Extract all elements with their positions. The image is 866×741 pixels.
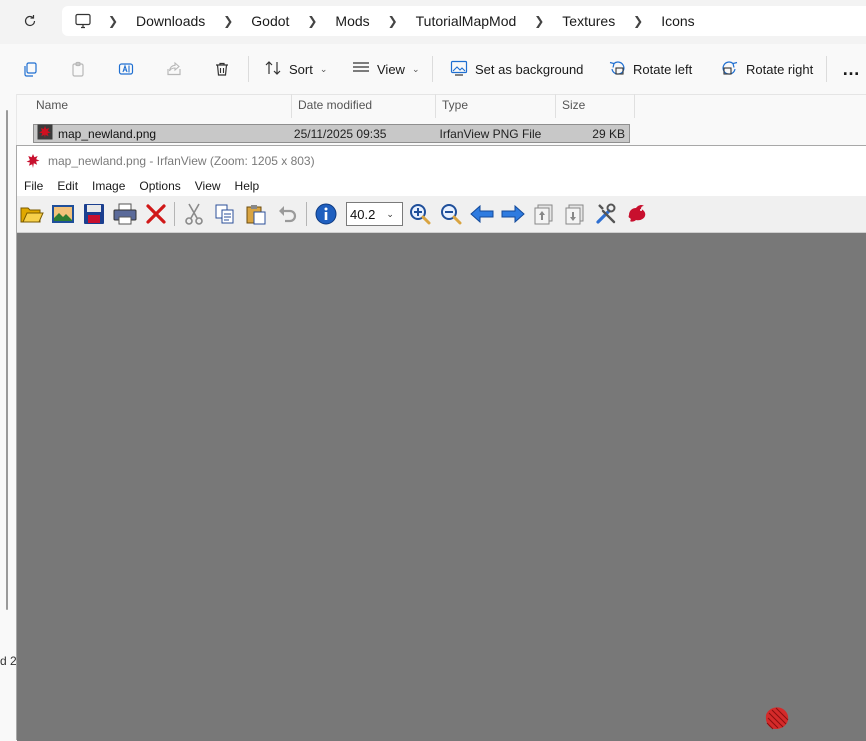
delete-icon[interactable] xyxy=(212,59,232,79)
separator xyxy=(826,56,827,82)
toolbar-separator xyxy=(174,202,175,226)
paste-icon[interactable] xyxy=(68,59,88,79)
file-name-cell: map_newland.png xyxy=(34,124,289,143)
irfanview-titlebar[interactable]: map_newland.png - IrfanView (Zoom: 1205 … xyxy=(17,146,866,176)
menu-options[interactable]: Options xyxy=(132,179,187,193)
image-canvas[interactable] xyxy=(17,233,866,741)
separator xyxy=(248,56,249,82)
column-header-size[interactable]: Size xyxy=(556,94,635,118)
file-size: 29 KB xyxy=(592,126,625,141)
copy-icon[interactable] xyxy=(212,201,238,227)
status-bar-fragment: d 2 xyxy=(0,654,17,668)
copy-icon[interactable] xyxy=(20,59,40,79)
last-page-icon[interactable] xyxy=(562,201,588,227)
zoom-combobox[interactable]: 40.2 ⌄ xyxy=(346,202,403,226)
window-title: map_newland.png - IrfanView (Zoom: 1205 … xyxy=(48,154,315,168)
sort-button[interactable]: Sort ⌄ xyxy=(264,58,327,80)
breadcrumb[interactable]: ❯ Downloads ❯ Godot ❯ Mods ❯ TutorialMap… xyxy=(62,6,866,36)
rotate-left-label: Rotate left xyxy=(633,61,693,77)
print-icon[interactable] xyxy=(112,201,138,227)
irfanview-about-icon[interactable] xyxy=(624,201,650,227)
rotate-left-icon xyxy=(608,60,626,79)
more-options-button[interactable]: … xyxy=(842,59,861,80)
menu-help[interactable]: Help xyxy=(228,179,267,193)
menu-file[interactable]: File xyxy=(17,179,50,193)
toolbar-separator xyxy=(306,202,307,226)
chevron-down-icon[interactable]: ⌄ xyxy=(375,209,402,220)
menu-edit[interactable]: Edit xyxy=(50,179,85,193)
zoom-in-icon[interactable] xyxy=(407,201,433,227)
view-icon xyxy=(352,61,370,78)
irfanview-window: map_newland.png - IrfanView (Zoom: 1205 … xyxy=(16,145,866,741)
file-date-modified: 25/11/2025 09:35 xyxy=(293,126,387,141)
irfanview-file-icon xyxy=(37,124,53,143)
undo-icon[interactable] xyxy=(274,201,300,227)
wallpaper-icon xyxy=(450,60,468,79)
refresh-icon[interactable] xyxy=(20,11,40,31)
column-header-type[interactable]: Type xyxy=(436,94,556,118)
separator xyxy=(432,56,433,82)
irfanview-watermark-icon xyxy=(765,707,789,730)
chevron-right-icon: ❯ xyxy=(633,14,644,28)
rotate-right-label: Rotate right xyxy=(746,61,814,77)
breadcrumb-textures[interactable]: Textures xyxy=(552,13,625,29)
navigation-pane xyxy=(0,94,17,674)
chevron-down-icon: ⌄ xyxy=(319,63,328,74)
rotate-left-button[interactable]: Rotate left xyxy=(608,58,692,80)
view-button[interactable]: View ⌄ xyxy=(352,58,420,80)
breadcrumb-downloads[interactable]: Downloads xyxy=(126,13,215,29)
zoom-out-icon[interactable] xyxy=(438,201,464,227)
sort-label: Sort xyxy=(289,61,313,77)
chevron-right-icon: ❯ xyxy=(307,14,318,28)
menu-view[interactable]: View xyxy=(188,179,228,193)
irfanview-app-icon xyxy=(26,154,40,168)
set-as-background-button[interactable]: Set as background xyxy=(450,58,583,80)
chevron-right-icon: ❯ xyxy=(387,14,398,28)
rotate-right-button[interactable]: Rotate right xyxy=(721,58,813,80)
command-bar: Sort ⌄ View ⌄ Set as background Rotate l… xyxy=(0,44,866,95)
save-icon[interactable] xyxy=(81,201,107,227)
rotate-right-icon xyxy=(721,60,739,79)
cut-icon[interactable] xyxy=(181,201,207,227)
menu-image[interactable]: Image xyxy=(85,179,132,193)
view-label: View xyxy=(377,61,405,77)
file-type: IrfanView PNG File xyxy=(439,126,542,141)
next-arrow-icon[interactable] xyxy=(500,201,526,227)
menu-bar: File Edit Image Options View Help xyxy=(17,176,866,197)
file-name: map_newland.png xyxy=(58,126,157,141)
settings-tools-icon[interactable] xyxy=(593,201,619,227)
sort-icon xyxy=(264,60,282,79)
scrollbar[interactable] xyxy=(6,110,8,610)
column-header-date-modified[interactable]: Date modified xyxy=(292,94,436,118)
share-icon[interactable] xyxy=(164,59,184,79)
chevron-right-icon: ❯ xyxy=(223,14,234,28)
thumbnails-icon[interactable] xyxy=(50,201,76,227)
previous-arrow-icon[interactable] xyxy=(469,201,495,227)
rename-icon[interactable] xyxy=(116,59,136,79)
info-icon[interactable] xyxy=(313,201,339,227)
address-bar: ❯ Downloads ❯ Godot ❯ Mods ❯ TutorialMap… xyxy=(0,0,866,44)
paste-icon[interactable] xyxy=(243,201,269,227)
chevron-down-icon: ⌄ xyxy=(411,63,420,74)
breadcrumb-mods[interactable]: Mods xyxy=(325,13,379,29)
this-pc-icon[interactable] xyxy=(72,11,94,31)
breadcrumb-tutorialmapmod[interactable]: TutorialMapMod xyxy=(406,13,527,29)
column-headers: Name Date modified Type Size xyxy=(30,94,635,118)
chevron-right-icon: ❯ xyxy=(107,14,119,28)
set-as-background-label: Set as background xyxy=(475,61,584,77)
table-row[interactable]: map_newland.png 25/11/2025 09:35 IrfanVi… xyxy=(33,124,630,143)
delete-icon[interactable] xyxy=(143,201,169,227)
open-folder-icon[interactable] xyxy=(19,201,45,227)
chevron-right-icon: ❯ xyxy=(534,14,545,28)
zoom-value: 40.2 xyxy=(350,206,376,222)
breadcrumb-godot[interactable]: Godot xyxy=(241,13,299,29)
breadcrumb-icons[interactable]: Icons xyxy=(651,13,704,29)
irfanview-toolbar: 40.2 ⌄ xyxy=(17,196,866,233)
first-page-icon[interactable] xyxy=(531,201,557,227)
column-header-name[interactable]: Name xyxy=(30,94,292,118)
